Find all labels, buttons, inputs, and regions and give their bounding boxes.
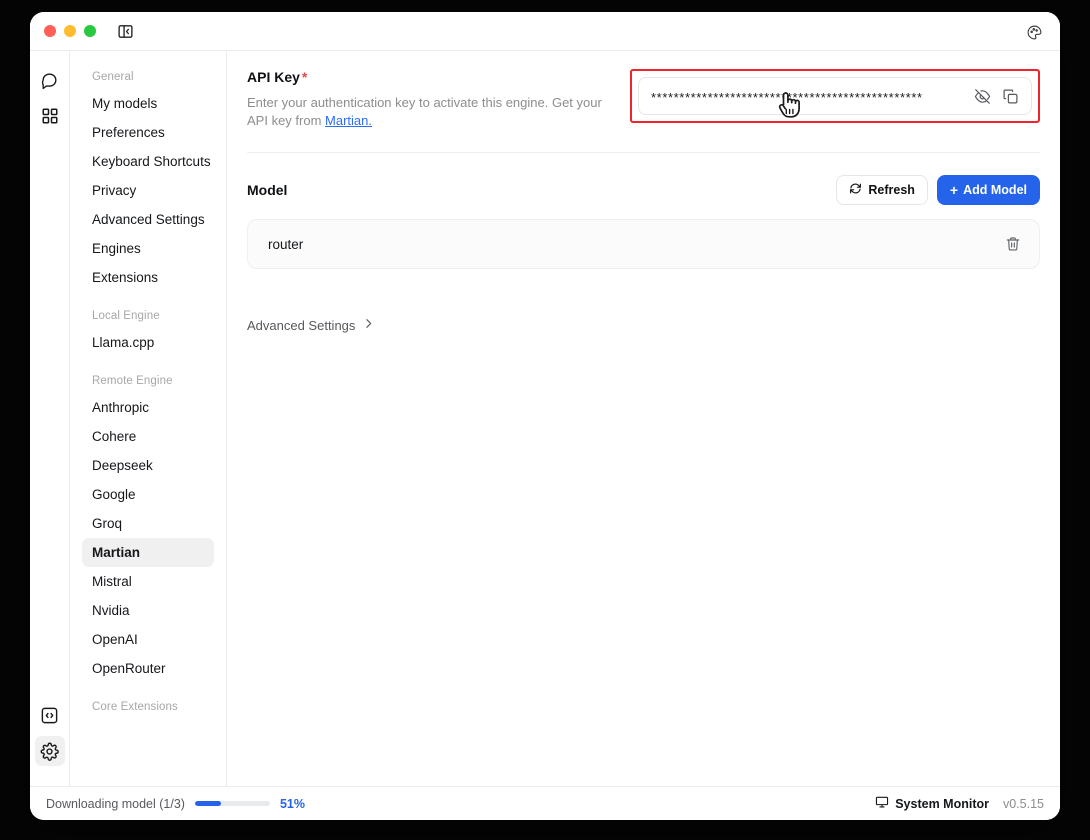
- sidebar-group-label-general: General: [82, 67, 214, 89]
- model-section-header: Model Refresh: [247, 153, 1040, 219]
- advanced-settings-link[interactable]: Advanced Settings: [247, 317, 375, 333]
- status-bar-right: System Monitor v0.5.15: [875, 795, 1044, 812]
- panel-collapse-icon[interactable]: [114, 20, 136, 42]
- status-bar: Downloading model (1/3) 51% System Monit…: [30, 786, 1060, 820]
- traffic-light-controls: [44, 25, 96, 37]
- sidebar-item-google[interactable]: Google: [82, 480, 214, 509]
- system-monitor-button[interactable]: System Monitor: [875, 795, 989, 812]
- download-progress-bar: [195, 801, 270, 806]
- chat-icon[interactable]: [35, 65, 65, 95]
- api-key-input[interactable]: ****************************************…: [638, 77, 1032, 115]
- sidebar-item-openrouter[interactable]: OpenRouter: [82, 654, 214, 683]
- sidebar-item-engines[interactable]: Engines: [82, 234, 214, 263]
- settings-sidebar[interactable]: General My models Preferences Keyboard S…: [70, 51, 227, 786]
- api-key-section: API Key* Enter your authentication key t…: [247, 51, 1040, 153]
- palette-icon[interactable]: [1022, 20, 1046, 44]
- sidebar-item-mistral[interactable]: Mistral: [82, 567, 214, 596]
- sidebar-item-llama-cpp[interactable]: Llama.cpp: [82, 328, 214, 357]
- required-marker: *: [302, 69, 307, 85]
- add-model-button[interactable]: + Add Model: [937, 175, 1040, 205]
- api-key-title: API Key*: [247, 69, 607, 85]
- hub-icon[interactable]: [35, 101, 65, 131]
- sidebar-item-keyboard-shortcuts[interactable]: Keyboard Shortcuts: [82, 147, 214, 176]
- sidebar-item-deepseek[interactable]: Deepseek: [82, 451, 214, 480]
- system-monitor-label: System Monitor: [895, 797, 989, 811]
- api-key-title-label: API Key: [247, 69, 300, 85]
- advanced-settings-label: Advanced Settings: [247, 318, 355, 333]
- refresh-button-label: Refresh: [868, 183, 915, 197]
- monitor-icon: [875, 795, 889, 812]
- model-actions: Refresh + Add Model: [836, 175, 1040, 205]
- sidebar-item-groq[interactable]: Groq: [82, 509, 214, 538]
- api-key-field-wrapper: ****************************************…: [630, 69, 1040, 123]
- app-window: General My models Preferences Keyboard S…: [30, 12, 1060, 820]
- chevron-right-icon: [362, 317, 375, 333]
- trash-icon[interactable]: [999, 230, 1027, 258]
- sidebar-item-martian[interactable]: Martian: [82, 538, 214, 567]
- title-bar: [30, 12, 1060, 50]
- sidebar-item-cohere[interactable]: Cohere: [82, 422, 214, 451]
- desktop-backdrop: General My models Preferences Keyboard S…: [0, 0, 1090, 840]
- sidebar-item-openai[interactable]: OpenAI: [82, 625, 214, 654]
- model-title: Model: [247, 182, 287, 198]
- icon-rail: [30, 51, 70, 786]
- martian-link[interactable]: Martian.: [325, 113, 372, 128]
- window-body: General My models Preferences Keyboard S…: [30, 50, 1060, 786]
- code-icon[interactable]: [35, 700, 65, 730]
- sidebar-group-label-remote-engine: Remote Engine: [82, 371, 214, 393]
- sidebar-group-label-core-extensions: Core Extensions: [82, 697, 214, 719]
- sidebar-item-extensions[interactable]: Extensions: [82, 263, 214, 292]
- api-key-text-block: API Key* Enter your authentication key t…: [247, 69, 607, 130]
- sidebar-item-my-models[interactable]: My models: [82, 89, 214, 118]
- eye-off-icon[interactable]: [971, 85, 993, 107]
- refresh-icon: [849, 182, 862, 198]
- sidebar-item-preferences[interactable]: Preferences: [82, 118, 214, 147]
- app-version: v0.5.15: [1003, 797, 1044, 811]
- api-key-description: Enter your authentication key to activat…: [247, 94, 607, 130]
- main-content: API Key* Enter your authentication key t…: [227, 51, 1060, 786]
- copy-icon[interactable]: [999, 85, 1021, 107]
- download-progress-fill: [195, 801, 221, 806]
- icon-rail-bottom: [35, 700, 65, 786]
- sidebar-item-nvidia[interactable]: Nvidia: [82, 596, 214, 625]
- table-row[interactable]: router: [248, 220, 1039, 268]
- api-key-description-text: Enter your authentication key to activat…: [247, 95, 602, 128]
- model-name: router: [268, 237, 303, 252]
- minimize-window-button[interactable]: [64, 25, 76, 37]
- sidebar-item-privacy[interactable]: Privacy: [82, 176, 214, 205]
- refresh-button[interactable]: Refresh: [836, 175, 928, 205]
- download-status-label: Downloading model (1/3): [46, 797, 185, 811]
- model-list: router: [247, 219, 1040, 269]
- sidebar-item-advanced-settings[interactable]: Advanced Settings: [82, 205, 214, 234]
- sidebar-group-label-local-engine: Local Engine: [82, 306, 214, 328]
- sidebar-item-anthropic[interactable]: Anthropic: [82, 393, 214, 422]
- add-model-button-label: Add Model: [963, 183, 1027, 197]
- gear-icon[interactable]: [35, 736, 65, 766]
- api-key-value[interactable]: ****************************************…: [651, 88, 965, 105]
- maximize-window-button[interactable]: [84, 25, 96, 37]
- plus-icon: +: [950, 183, 958, 198]
- close-window-button[interactable]: [44, 25, 56, 37]
- download-progress-percent: 51%: [280, 797, 305, 811]
